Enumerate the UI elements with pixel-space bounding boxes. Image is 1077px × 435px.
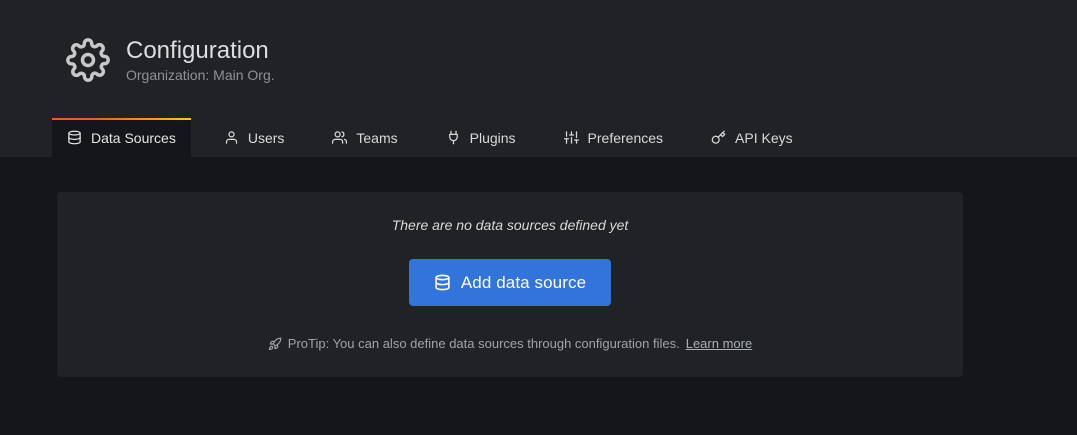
empty-message: There are no data sources defined yet: [392, 217, 629, 233]
tab-users[interactable]: Users: [209, 118, 300, 157]
tab-plugins[interactable]: Plugins: [431, 118, 531, 157]
page-header: Configuration Organization: Main Org. Da…: [0, 0, 1077, 157]
tab-teams[interactable]: Teams: [317, 118, 412, 157]
gear-icon: [66, 38, 110, 82]
user-icon: [224, 130, 239, 145]
tab-preferences[interactable]: Preferences: [549, 118, 678, 157]
learn-more-link[interactable]: Learn more: [686, 336, 752, 351]
page-header-main: Configuration Organization: Main Org.: [66, 36, 1077, 84]
tab-bar: Data Sources Users Teams: [52, 118, 1077, 157]
key-icon: [711, 130, 726, 145]
tab-label: Teams: [356, 130, 397, 146]
protip: ProTip: You can also define data sources…: [268, 336, 752, 351]
tab-data-sources[interactable]: Data Sources: [52, 118, 191, 157]
database-icon: [67, 130, 82, 145]
page-header-titles: Configuration Organization: Main Org.: [126, 37, 275, 84]
sliders-icon: [564, 130, 579, 145]
tab-label: Preferences: [588, 130, 663, 146]
tab-api-keys[interactable]: API Keys: [696, 118, 808, 157]
page-title: Configuration: [126, 37, 275, 65]
page-content: There are no data sources defined yet Ad…: [0, 157, 1077, 377]
page-subtitle: Organization: Main Org.: [126, 67, 275, 84]
tab-label: Users: [248, 130, 285, 146]
rocket-icon: [268, 337, 282, 351]
tab-label: Data Sources: [91, 130, 176, 146]
protip-text: ProTip: You can also define data sources…: [288, 336, 680, 351]
plug-icon: [446, 130, 461, 145]
empty-list-cta-card: There are no data sources defined yet Ad…: [57, 192, 963, 377]
add-data-source-button[interactable]: Add data source: [409, 259, 611, 306]
tab-label: Plugins: [470, 130, 516, 146]
database-icon: [434, 274, 451, 291]
tab-label: API Keys: [735, 130, 793, 146]
users-icon: [332, 130, 347, 145]
add-data-source-label: Add data source: [461, 273, 586, 293]
